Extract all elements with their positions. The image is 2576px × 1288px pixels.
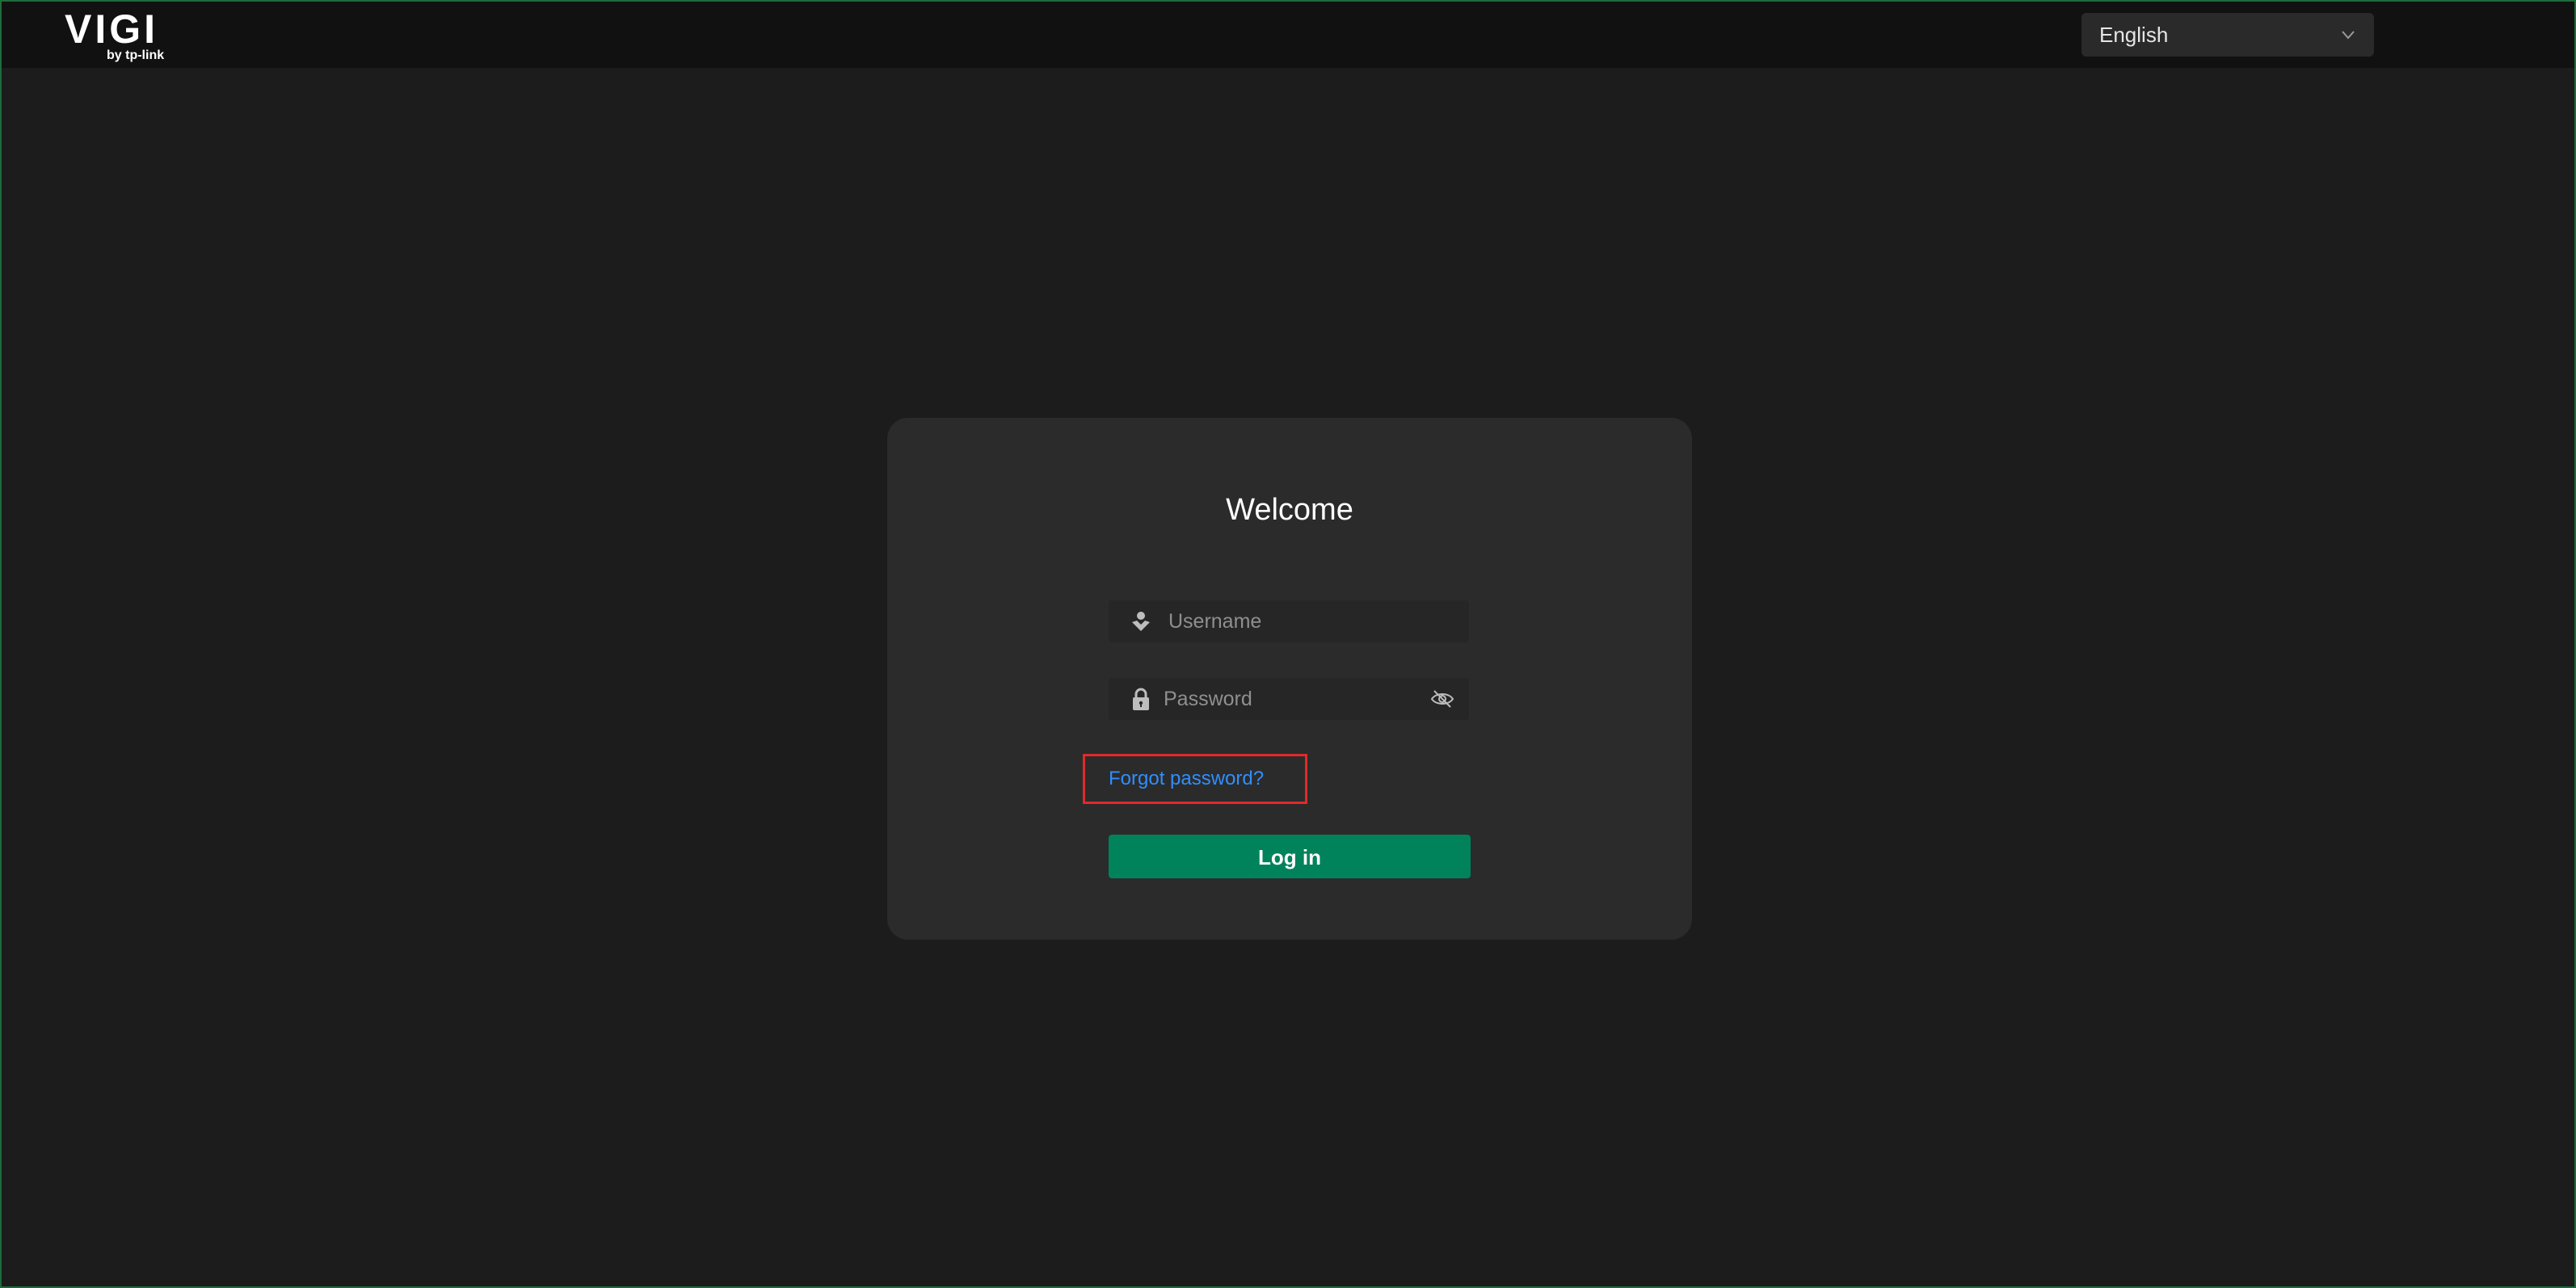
forgot-password-link[interactable]: Forgot password? [1109, 765, 1264, 793]
lock-icon [1133, 688, 1149, 710]
vigi-logo: VIGI by tp-link [65, 8, 178, 63]
language-select[interactable]: English [2081, 13, 2374, 57]
username-input[interactable] [1168, 600, 1411, 642]
eye-off-icon[interactable] [1430, 688, 1454, 710]
welcome-title: Welcome [1226, 493, 1353, 527]
chevron-down-icon [2342, 31, 2355, 40]
username-field [1109, 600, 1469, 642]
logo-subtext: by tp-link [107, 48, 165, 62]
logo-text: VIGI [65, 6, 159, 52]
login-card: Welcome Forgot password? L [887, 418, 1692, 940]
login-button[interactable]: Log in [1109, 835, 1471, 878]
password-input[interactable] [1164, 678, 1406, 720]
top-bar: VIGI by tp-link English [2, 2, 2574, 68]
login-page: VIGI by tp-link English Welcome Username… [0, 0, 2576, 1288]
language-selected-label: English [2099, 23, 2169, 47]
password-field [1109, 678, 1469, 720]
user-icon [1132, 612, 1150, 631]
